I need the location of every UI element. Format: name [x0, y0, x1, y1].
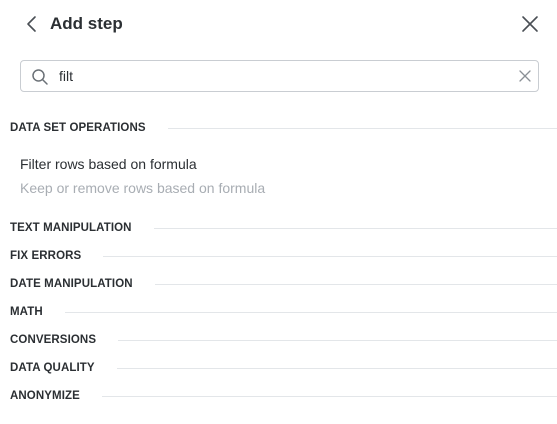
section-conversions[interactable]: CONVERSIONS — [10, 330, 557, 350]
section-data-quality[interactable]: DATA QUALITY — [10, 358, 557, 378]
section-label: ANONYMIZE — [10, 390, 80, 402]
section-date-manipulation[interactable]: DATE MANIPULATION — [10, 274, 557, 294]
divider — [154, 283, 557, 285]
section-label: TEXT MANIPULATION — [10, 222, 132, 234]
result-description: Keep or remove rows based on formula — [20, 180, 266, 196]
divider — [116, 367, 557, 369]
search-input[interactable] — [59, 65, 499, 87]
section-label: DATE MANIPULATION — [10, 278, 133, 290]
result-title: Filter rows based on formula — [20, 156, 197, 172]
divider — [118, 339, 557, 341]
divider — [101, 395, 557, 397]
section-label: CONVERSIONS — [10, 334, 97, 346]
back-button[interactable] — [20, 12, 44, 36]
section-fix-errors[interactable]: FIX ERRORS — [10, 246, 557, 266]
list-item[interactable]: Filter rows based on formula Keep or rem… — [20, 152, 540, 202]
section-text-manipulation[interactable]: TEXT MANIPULATION — [10, 218, 557, 238]
section-data-set-operations[interactable]: DATA SET OPERATIONS — [10, 118, 557, 138]
divider — [167, 127, 557, 129]
section-math[interactable]: MATH — [10, 302, 557, 322]
section-anonymize[interactable]: ANONYMIZE — [10, 386, 557, 406]
divider — [153, 227, 557, 229]
close-icon — [522, 16, 538, 32]
chevron-left-icon — [27, 16, 36, 32]
divider — [64, 311, 557, 313]
clear-icon[interactable] — [518, 69, 532, 83]
page-title: Add step — [50, 14, 123, 33]
section-label: FIX ERRORS — [10, 250, 82, 262]
section-label: MATH — [10, 306, 43, 318]
section-label: DATA SET OPERATIONS — [10, 122, 146, 134]
search-icon — [32, 69, 48, 85]
close-button[interactable] — [518, 12, 542, 36]
dialog-header: Add step — [0, 0, 557, 48]
divider — [103, 255, 557, 257]
section-label: DATA QUALITY — [10, 362, 95, 374]
search-box — [20, 60, 539, 92]
